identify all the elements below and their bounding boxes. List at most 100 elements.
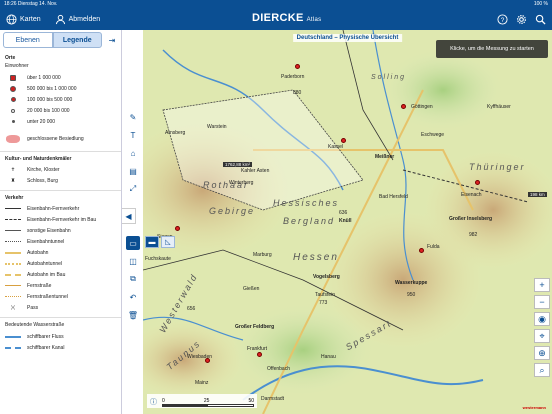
region-label: Hessen [293,252,339,263]
legend-item: unter 20 000 [5,116,116,127]
map-search-icon[interactable]: ⌕ [534,363,550,377]
legend-item: 500 000 bis 1 000 000 [5,83,116,94]
scale-segment [207,404,254,407]
karten-button[interactable]: Karten [6,13,41,25]
map-view[interactable]: Deutschland – Physische Übersicht Klicke… [143,30,552,414]
city-symbol-icon [10,97,16,102]
divider [0,151,121,152]
map-controls: + − ◉ ⌖ ⊕ ⌕ [534,278,550,377]
motorway-tunnel-icon [5,262,21,265]
legend-item: Fernstraßentunnel [5,291,116,302]
compare-icon[interactable]: ◫ [126,254,140,268]
canal-icon [5,346,21,349]
tool-column-lower: ▭ ◫ ⧉ ↶ 🗑 [123,236,143,322]
globe-icon [6,13,17,25]
scale-bar: ⓘ 0 25 50 [147,394,257,408]
highway-tunnel-icon [5,296,21,297]
collapse-panel-icon[interactable]: ⇥ [106,34,118,46]
height-label: 773 [319,300,328,306]
settlement-area-icon [6,135,20,143]
railway-construction-icon [5,219,21,220]
place-label: Warstein [207,124,227,130]
legend-label: 20 000 bis 100 000 [27,107,70,114]
help-icon[interactable]: ? [497,12,508,25]
trash-icon[interactable]: 🗑 [126,308,140,322]
region-label: Hessisches [273,198,340,208]
text-tool-icon[interactable]: T [126,128,140,142]
castle-icon: ♜ [10,177,16,184]
legend-label: über 1 000 000 [27,74,61,81]
city-marker[interactable] [419,248,424,253]
place-label: Arnsberg [165,130,186,136]
legend-item: Autobahn [5,247,116,258]
place-label: Paderborn [281,74,305,80]
scale-segment [162,404,207,407]
divider [0,317,121,318]
note-icon[interactable]: ▤ [126,164,140,178]
legend-item: über 1 000 000 [5,72,116,83]
place-label: Bad Hersfeld [379,194,408,200]
place-label: Hanau [321,354,336,360]
ruler-tool-icon[interactable]: ▬ [145,236,159,248]
abmelden-label: Abmelden [68,15,101,23]
place-label: Eisenach [461,192,482,198]
height-label: 880 [293,90,302,96]
gear-icon[interactable] [516,12,527,24]
city-marker[interactable] [401,104,406,109]
region-label: Thüringer [469,162,526,172]
city-marker[interactable] [175,226,180,231]
legend-section-orte: Orte [5,55,16,61]
pass-icon: ⟩⟨ [11,304,15,311]
city-symbol-icon [11,120,15,123]
tab-legende[interactable]: Legende [52,32,102,48]
karten-label: Karten [20,15,41,23]
city-symbol-icon [10,85,16,92]
church-icon: ✝ [10,166,16,173]
tab-ebenen[interactable]: Ebenen [3,32,53,48]
height-label: 982 [469,232,478,238]
legend-label: Schloss, Burg [27,177,58,184]
legend: Orte Einwohner über 1 000 000 500 000 bi… [0,50,121,355]
legend-section-wasser: Bedeutende Wasserstraße [5,322,65,328]
map-title: Deutschland – Physische Übersicht [292,34,403,42]
city-marker[interactable] [257,352,262,357]
area-tool-icon[interactable]: ◺ [161,236,175,248]
pencil-icon[interactable]: ✎ [126,110,140,124]
locate-icon[interactable]: ⊕ [534,346,550,360]
info-icon[interactable]: ⓘ [150,397,157,407]
city-marker[interactable] [295,64,300,69]
search-icon[interactable] [535,12,546,25]
place-label: Eschwege [421,132,445,138]
place-label: Offenbach [267,366,290,372]
brand-name: DIERCKE [252,12,304,24]
legend-item: Autobahn im Bau [5,269,116,280]
transform-icon[interactable]: ⤢ [126,182,140,196]
place-label: Kassel [328,144,344,150]
motorway-construction-icon [5,273,21,276]
legend-item: 20 000 bis 100 000 [5,105,116,116]
height-label: 656 [187,306,196,312]
compass-icon[interactable]: ⌖ [534,329,550,343]
ruler-icon[interactable]: ▭ [126,236,140,250]
overlay-icon[interactable]: ⧉ [126,272,140,286]
height-label: 950 [407,292,416,298]
place-label: Darmstadt [261,396,285,402]
place-label: Mainz [195,380,209,386]
status-bar: 18:26 Dienstag 14. Nov. 100 % [0,0,552,8]
sidebar-toggle-icon[interactable]: ◀ [122,208,136,224]
status-battery: 100 % [533,1,548,7]
place-label: Taufstein [315,292,336,298]
eye-icon[interactable]: ◉ [534,312,550,326]
place-label: Marburg [253,252,272,258]
river-icon [5,335,21,338]
stamp-icon[interactable]: ⌂ [126,146,140,160]
legend-item: 100 000 bis 500 000 [5,94,116,105]
city-marker[interactable] [475,180,480,185]
zoom-in-icon[interactable]: + [534,278,550,292]
place-label: Kyffhäuser [487,104,511,110]
city-marker[interactable] [341,138,346,143]
undo-icon[interactable]: ↶ [126,290,140,304]
measure-tools: ▬ ◺ [145,236,175,248]
abmelden-button[interactable]: Abmelden [55,14,101,25]
zoom-out-icon[interactable]: − [534,295,550,309]
